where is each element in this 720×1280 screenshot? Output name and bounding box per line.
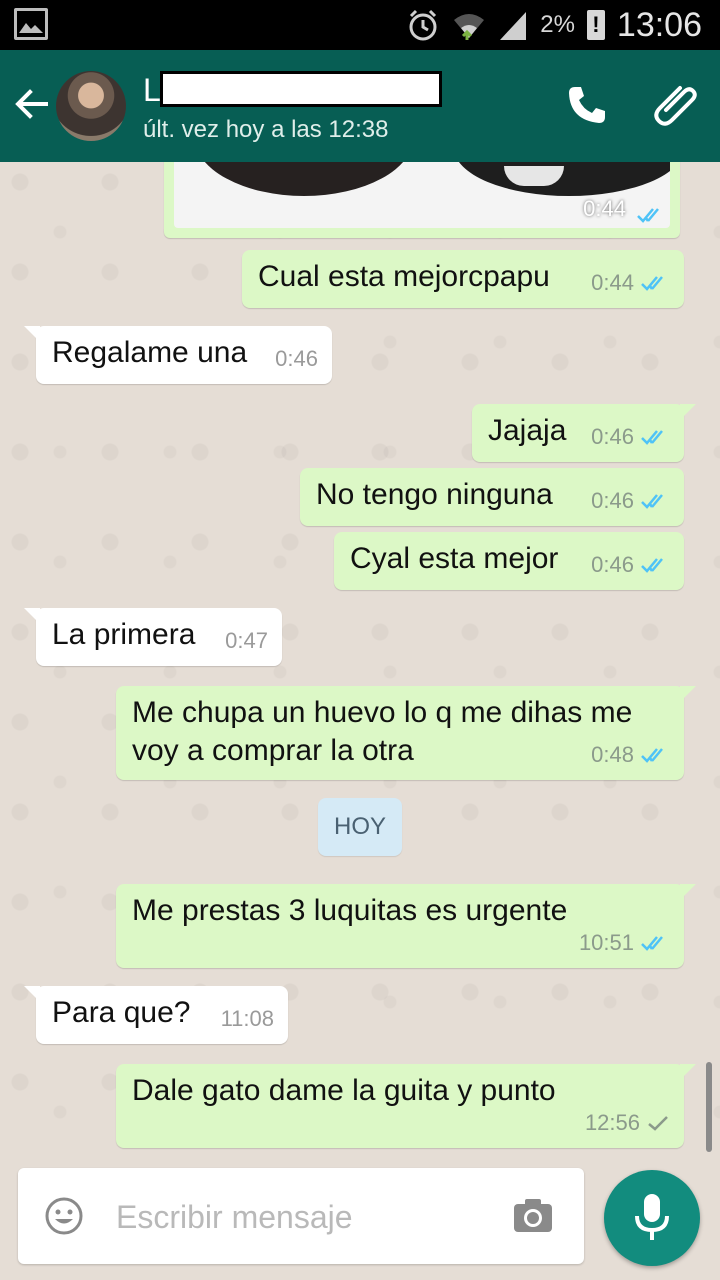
message-time: 0:47	[225, 628, 268, 653]
incoming-message[interactable]: Para que? 11:08	[24, 986, 288, 1044]
outgoing-message[interactable]: Cual esta mejorcpapu 0:44	[242, 250, 684, 308]
voice-record-button[interactable]	[604, 1170, 700, 1266]
read-ticks-icon	[641, 430, 663, 445]
message-time: 0:48	[591, 742, 634, 767]
read-ticks-icon	[637, 208, 659, 223]
image-message[interactable]: 0:44	[164, 162, 680, 238]
message-time: 12:56	[584, 1110, 640, 1135]
outgoing-message[interactable]: Dale gato dame la guita y punto 12:56	[116, 1064, 696, 1148]
sent-tick-icon	[648, 1116, 668, 1131]
gallery-notification-icon	[14, 8, 48, 40]
status-bar: 2% ! 13:06	[0, 0, 720, 50]
message-time: 0:46	[591, 424, 634, 449]
outgoing-message[interactable]: Jajaja 0:46	[472, 404, 696, 462]
read-ticks-icon	[641, 558, 663, 573]
chat-header: L últ. vez hoy a las 12:38	[0, 50, 720, 162]
outgoing-message[interactable]: No tengo ninguna 0:46	[300, 468, 684, 526]
signal-icon	[500, 12, 527, 40]
attach-clip-icon[interactable]	[652, 80, 698, 126]
read-ticks-icon	[641, 936, 663, 951]
outgoing-message[interactable]: Cyal esta mejor 0:46	[334, 532, 684, 590]
clock: 13:06	[616, 5, 702, 44]
date-divider: HOY	[318, 798, 402, 856]
message-time: 0:44	[591, 270, 634, 295]
message-text: Me chupa un huevo lo q me dihas me voy a…	[132, 696, 633, 767]
message-time: 0:46	[275, 346, 318, 371]
alarm-icon	[409, 9, 437, 41]
message-time: 0:46	[591, 552, 634, 577]
message-time: 10:51	[578, 930, 634, 955]
last-seen-status: últ. vez hoy a las 12:38	[143, 116, 389, 143]
battery-warning-icon: !	[586, 10, 605, 40]
mic-icon	[635, 1194, 669, 1240]
read-ticks-icon	[641, 494, 663, 509]
outgoing-message[interactable]: Me prestas 3 luquitas es urgente 10:51	[116, 884, 696, 968]
message-input[interactable]	[114, 1196, 498, 1238]
outgoing-message[interactable]: Me chupa un huevo lo q me dihas me voy a…	[116, 686, 696, 780]
camera-icon[interactable]	[512, 1196, 554, 1234]
read-ticks-icon	[641, 276, 663, 291]
message-time: 11:08	[220, 1006, 274, 1031]
back-arrow-icon[interactable]	[14, 86, 50, 122]
message-composer	[18, 1168, 584, 1264]
contact-name[interactable]: L	[143, 72, 161, 108]
phone-call-icon[interactable]	[566, 84, 608, 126]
battery-level: 2%	[540, 11, 575, 38]
incoming-message[interactable]: Regalame una 0:46	[24, 326, 332, 384]
wifi-icon	[454, 14, 485, 40]
message-time: 0:44	[583, 196, 626, 221]
read-ticks-icon	[641, 748, 663, 763]
redaction-box	[160, 71, 442, 107]
contact-avatar[interactable]	[56, 71, 126, 141]
message-list[interactable]: 0:44 Cual esta mejorcpapu 0:44 Regalame …	[0, 162, 720, 1162]
emoji-icon[interactable]	[44, 1196, 84, 1236]
incoming-message[interactable]: La primera 0:47	[24, 608, 282, 666]
message-time: 0:46	[591, 488, 634, 513]
scrollbar[interactable]	[706, 1062, 712, 1152]
